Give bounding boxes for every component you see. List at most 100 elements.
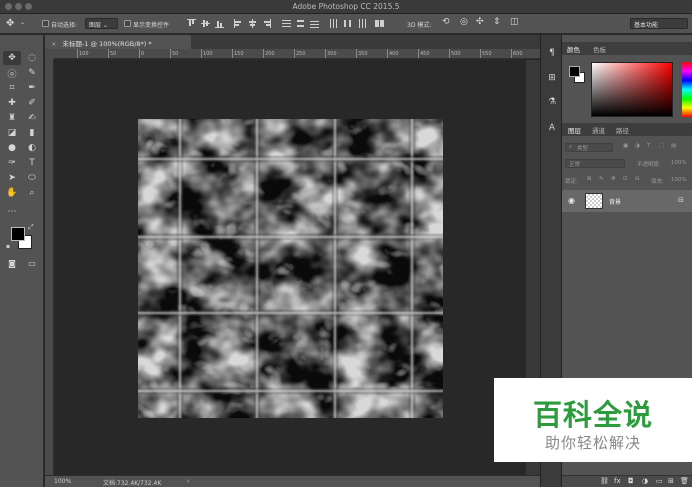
ruler-origin[interactable] xyxy=(45,49,54,59)
tab-color[interactable]: 颜色 xyxy=(567,44,580,54)
lock-pixels-icon[interactable]: ✎ xyxy=(599,176,604,182)
healing-brush-icon[interactable]: ✚ xyxy=(3,96,21,110)
pen-icon[interactable]: ✑ xyxy=(3,156,21,170)
auto-align-icon[interactable] xyxy=(375,19,384,28)
gradient-icon[interactable]: ▮ xyxy=(23,126,41,140)
new-group-icon[interactable]: ▭ xyxy=(656,477,663,485)
distribute-right-icon[interactable] xyxy=(357,19,366,28)
swap-colors-icon[interactable]: ⤢ xyxy=(28,223,34,232)
filter-type-icon[interactable]: T xyxy=(647,143,650,149)
align-left-icon[interactable] xyxy=(234,19,243,28)
zoom-icon[interactable]: ⌕ xyxy=(23,186,41,200)
chevron-down-icon[interactable]: ⌄ xyxy=(20,19,25,26)
ruler-tick-label: 600 xyxy=(513,51,523,57)
close-tab-icon[interactable]: × xyxy=(51,40,56,48)
screen-mode-icon[interactable]: ▭ xyxy=(23,256,41,270)
filter-adjustment-icon[interactable]: ◑ xyxy=(635,143,640,149)
show-transform-checkbox[interactable] xyxy=(124,20,131,27)
zoom-level[interactable]: 100% xyxy=(54,478,71,485)
marquee-icon[interactable]: ◌ xyxy=(23,51,41,65)
eraser-icon[interactable]: ◪ xyxy=(3,126,21,140)
fill-value[interactable]: 100% xyxy=(671,177,687,183)
eyedropper-icon[interactable]: ✒ xyxy=(23,81,41,95)
3d-roll-icon[interactable]: ◎ xyxy=(460,17,468,27)
link-layers-icon[interactable]: ⛓ xyxy=(600,477,609,485)
distribute-vcenter-icon[interactable] xyxy=(296,19,305,28)
color-spectrum-field[interactable] xyxy=(591,62,673,117)
layer-style-icon[interactable]: fx xyxy=(614,477,621,485)
tab-layers[interactable]: 图层 xyxy=(568,125,581,135)
character-panel-icon[interactable]: A xyxy=(544,121,560,135)
distribute-hcenter-icon[interactable] xyxy=(343,19,352,28)
3d-pan-icon[interactable]: ✣ xyxy=(476,17,484,27)
auto-select-dropdown[interactable]: 图层 ⌄ xyxy=(85,18,118,29)
fill-label: 填充: xyxy=(651,179,664,185)
ellipse-shape-icon[interactable]: ⬭ xyxy=(23,171,41,185)
dodge-icon[interactable]: ◐ xyxy=(23,141,41,155)
workspace-dropdown[interactable]: 基本功能 xyxy=(630,18,688,29)
new-layer-icon[interactable]: ⊞ xyxy=(668,477,674,485)
color-panel-foreground-swatch[interactable] xyxy=(569,66,580,77)
horizontal-ruler[interactable]: 100 50 0 50 100 150 200 250 300 350 400 450 500 550 60… xyxy=(54,49,540,59)
adjustments-panel-icon[interactable]: ⚗ xyxy=(544,95,560,109)
history-brush-icon[interactable]: ✍ xyxy=(23,111,41,125)
options-bar: ✥ ⌄ 自动选择: 图层 ⌄ 显示变换控件 3D 模式: ⟲ ◎ ✣ ⇕ ◫ 基… xyxy=(0,14,692,34)
filter-pixel-icon[interactable]: ▣ xyxy=(623,143,628,149)
brush-icon[interactable]: ✐ xyxy=(23,96,41,110)
tab-channels[interactable]: 通道 xyxy=(592,125,605,135)
lock-label: 锁定: xyxy=(565,179,578,185)
opacity-value[interactable]: 100% xyxy=(671,160,687,166)
align-right-icon[interactable] xyxy=(262,19,271,28)
text-tool-icon[interactable]: T xyxy=(23,156,41,170)
paragraph-panel-icon[interactable]: ¶ xyxy=(544,46,560,60)
move-tool-preset-icon[interactable]: ✥ xyxy=(6,18,14,29)
tab-paths[interactable]: 路径 xyxy=(616,125,629,135)
align-vcenter-icon[interactable] xyxy=(201,19,210,28)
filter-smart-object-icon[interactable]: ▤ xyxy=(671,143,676,149)
quick-select-icon[interactable]: ✎ xyxy=(23,66,41,80)
layer-filter-dropdown[interactable] xyxy=(565,143,613,152)
hue-slider[interactable] xyxy=(682,62,692,117)
path-select-icon[interactable]: ➤ xyxy=(3,171,21,185)
document-canvas-image[interactable] xyxy=(138,119,443,418)
filter-shape-icon[interactable]: ⬚ xyxy=(659,143,664,149)
quick-mask-icon[interactable]: ◙ xyxy=(3,256,21,270)
auto-select-checkbox[interactable] xyxy=(42,20,49,27)
document-tab[interactable]: × 未标题-1 @ 100%(RGB/8*) * xyxy=(45,35,191,49)
clone-stamp-icon[interactable]: ♜ xyxy=(3,111,21,125)
lock-all-icon[interactable]: ⊟ xyxy=(635,176,640,182)
default-colors-icon[interactable]: ▪ xyxy=(6,243,10,250)
delete-layer-icon[interactable]: 🗑 xyxy=(680,477,689,485)
window-title: Adobe Photoshop CC 2015.5 xyxy=(292,2,400,11)
align-top-icon[interactable] xyxy=(187,19,196,28)
3d-slide-icon[interactable]: ⇕ xyxy=(493,17,501,27)
lock-artboard-icon[interactable]: ⊡ xyxy=(623,176,628,182)
lock-position-icon[interactable]: ✥ xyxy=(611,176,616,182)
move-tool-icon[interactable]: ✥ xyxy=(3,51,21,65)
lock-transparency-icon[interactable]: ⊠ xyxy=(587,176,592,182)
ruler-tick-label: 300 xyxy=(327,51,337,57)
ruler-tick-mark xyxy=(449,49,450,58)
foreground-color-swatch[interactable] xyxy=(11,227,25,241)
more-tools-icon[interactable]: ⋯ xyxy=(3,205,21,219)
3d-scale-icon[interactable]: ◫ xyxy=(510,17,519,27)
blur-icon[interactable]: ● xyxy=(3,141,21,155)
add-mask-icon[interactable]: ◘ xyxy=(628,477,634,485)
document-size-info[interactable]: 文档:732.4K/732.4K xyxy=(103,478,161,487)
align-hcenter-icon[interactable] xyxy=(248,19,257,28)
align-bottom-icon[interactable] xyxy=(215,19,224,28)
hand-icon[interactable]: ✋ xyxy=(3,186,21,200)
layer-item-background[interactable]: ◉ 背景 ⊟ xyxy=(562,190,692,212)
status-menu-arrow-icon[interactable]: › xyxy=(187,478,189,485)
properties-panel-icon[interactable]: ⊞ xyxy=(544,71,560,85)
tab-swatches[interactable]: 色板 xyxy=(593,44,606,54)
vertical-ruler[interactable] xyxy=(45,59,54,475)
new-adjustment-icon[interactable]: ◑ xyxy=(642,477,648,485)
crop-icon[interactable]: ⌗ xyxy=(3,81,21,95)
3d-rotate-icon[interactable]: ⟲ xyxy=(442,17,450,27)
distribute-bottom-icon[interactable] xyxy=(310,19,319,28)
distribute-left-icon[interactable] xyxy=(329,19,338,28)
lasso-icon[interactable]: ⓞ xyxy=(3,66,21,80)
distribute-top-icon[interactable] xyxy=(282,19,291,28)
layer-visibility-eye-icon[interactable]: ◉ xyxy=(568,196,575,205)
